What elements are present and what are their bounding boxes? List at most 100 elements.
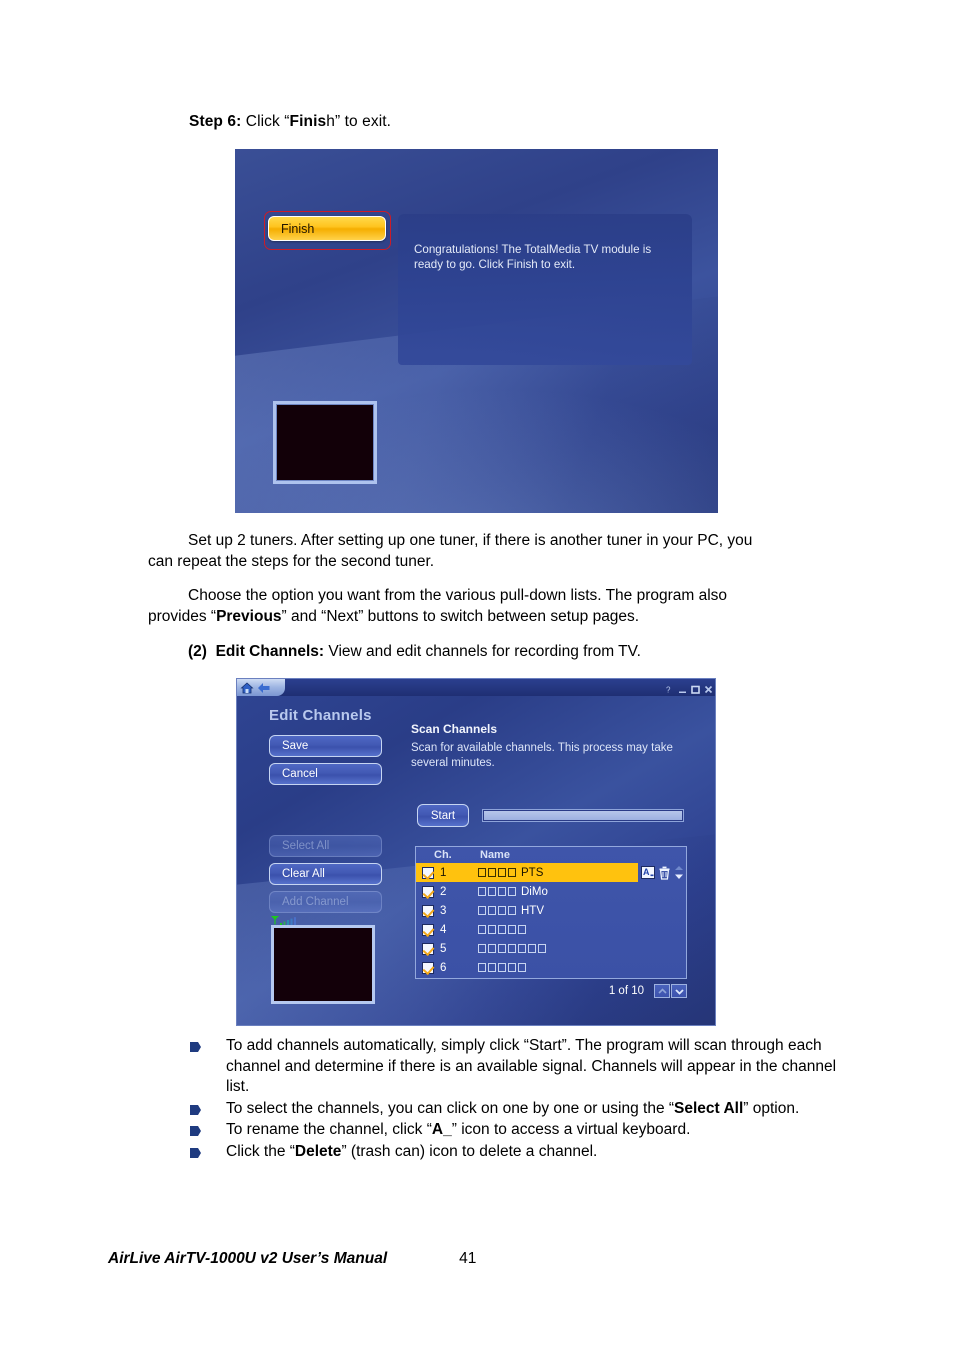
table-row[interactable]: 1 PTS A xyxy=(416,863,683,882)
video-preview-box xyxy=(273,401,377,484)
column-header-ch: Ch. xyxy=(434,849,452,861)
select-all-button: Select All xyxy=(269,835,382,857)
bullet-0-pre: To add channels automatically, simply cl… xyxy=(226,1037,837,1095)
step-finish-bold: Finis xyxy=(289,113,327,130)
table-row[interactable]: 6 xyxy=(416,958,686,977)
channel-checkbox[interactable] xyxy=(422,923,434,936)
missing-glyph-box xyxy=(518,925,526,934)
page-indicator: 1 of 10 xyxy=(608,985,644,997)
channel-checkbox[interactable] xyxy=(422,961,434,974)
channel-number: 4 xyxy=(440,923,447,936)
pagination-buttons xyxy=(654,984,687,998)
video-preview-screen xyxy=(274,928,372,1001)
channel-checkbox[interactable] xyxy=(422,885,434,898)
table-row[interactable]: 5 xyxy=(416,939,686,958)
bullet-arrow-icon xyxy=(190,1099,226,1115)
congratulations-message: Congratulations! The TotalMedia TV modul… xyxy=(414,243,652,271)
row-action-group: A xyxy=(641,865,684,885)
missing-glyph-box xyxy=(498,906,506,915)
step-heading: Step 6: Click “Finish” to exit. xyxy=(189,112,391,132)
bullet-2-post: ” icon to access a virtual keyboard. xyxy=(451,1121,691,1138)
channel-name-text: PTS xyxy=(521,866,544,879)
titlebar-nav-group xyxy=(237,679,285,696)
video-preview-box xyxy=(271,925,375,1004)
channel-checkbox[interactable] xyxy=(422,866,434,879)
bullet-3-pre: Click the “ xyxy=(226,1142,295,1160)
chevron-up-icon[interactable] xyxy=(654,984,670,998)
footer-title: AirLive AirTV-1000U v2 User’s Manual xyxy=(108,1250,388,1267)
channel-name: HTV xyxy=(478,905,686,917)
page-footer: AirLive AirTV-1000U v2 User’s Manual 41 xyxy=(108,1250,868,1268)
paragraph-edit-channels: (2) Edit Channels: View and edit channel… xyxy=(148,642,778,663)
bullet-2-bold: A_ xyxy=(431,1121,452,1138)
missing-glyph-box xyxy=(478,925,486,934)
finish-button[interactable]: Finish xyxy=(268,216,386,241)
list-item: Click the “Delete” (trash can) icon to d… xyxy=(190,1142,850,1163)
paragraph-options-b: ” and “Next” buttons to switch between s… xyxy=(281,607,640,625)
missing-glyph-box xyxy=(508,906,516,915)
svg-text:?: ? xyxy=(666,686,671,695)
list-item: To select the channels, you can click on… xyxy=(190,1099,850,1120)
edit-channels-label: Edit Channels: xyxy=(215,643,325,660)
step-text-a: Click “ xyxy=(241,113,290,130)
paragraph-options-bold: Previous xyxy=(216,607,282,625)
home-icon[interactable] xyxy=(240,681,254,695)
channel-number: 1 xyxy=(440,866,447,879)
missing-glyph-box xyxy=(508,925,516,934)
channel-checkbox[interactable] xyxy=(422,904,434,917)
move-up-down-icon[interactable] xyxy=(674,865,684,885)
maximize-icon[interactable] xyxy=(691,681,700,699)
bullet-3-bold: Delete xyxy=(294,1142,342,1160)
scan-channels-title: Scan Channels xyxy=(411,722,498,736)
back-arrow-icon[interactable] xyxy=(257,681,271,695)
missing-glyph-box xyxy=(498,925,506,934)
clear-all-button[interactable]: Clear All xyxy=(269,863,382,885)
close-icon[interactable] xyxy=(704,681,713,699)
trash-delete-icon[interactable] xyxy=(658,866,671,885)
save-button[interactable]: Save xyxy=(269,735,382,757)
rename-keyboard-icon[interactable]: A xyxy=(641,866,655,884)
manual-page: Step 6: Click “Finish” to exit. Finish C… xyxy=(0,0,954,1350)
paragraph-tuners: Set up 2 tuners. After setting up one tu… xyxy=(148,531,778,572)
channel-name: PTS xyxy=(478,867,638,879)
bullet-arrow-icon xyxy=(190,1036,226,1052)
signal-strength-icon xyxy=(270,913,312,931)
page-number: 41 xyxy=(459,1250,477,1267)
list-item-text: To rename the channel, click “A_” icon t… xyxy=(226,1120,850,1141)
missing-glyph-box xyxy=(478,944,486,953)
missing-glyph-box xyxy=(498,963,506,972)
bullet-2-pre: To rename the channel, click “ xyxy=(226,1121,432,1138)
start-button[interactable]: Start xyxy=(417,804,469,827)
missing-glyph-box xyxy=(518,963,526,972)
help-icon[interactable]: ? xyxy=(665,681,674,699)
bullet-1-post: ” option. xyxy=(743,1099,800,1117)
channel-name-text: DiMo xyxy=(521,885,548,898)
channel-name xyxy=(478,925,686,934)
missing-glyph-box xyxy=(498,944,506,953)
bullet-3-post: ” (trash can) icon to delete a channel. xyxy=(341,1142,598,1160)
table-row[interactable]: 4 xyxy=(416,920,686,939)
missing-glyph-box xyxy=(488,906,496,915)
step-label: Step 6: xyxy=(189,113,242,130)
congratulations-panel xyxy=(398,214,692,365)
step-text-b: h” to exit. xyxy=(326,113,392,130)
minimize-icon[interactable] xyxy=(678,681,687,699)
table-row[interactable]: 3 HTV xyxy=(416,901,686,920)
channel-list[interactable]: Ch. Name 1 PTS A 2 DiMo 3 HTV 4 5 6 xyxy=(415,846,687,979)
column-header-name: Name xyxy=(480,849,510,861)
add-channel-button: Add Channel xyxy=(269,891,382,913)
channel-checkbox[interactable] xyxy=(422,942,434,955)
missing-glyph-box xyxy=(508,887,516,896)
screenshot-edit-channels-window: ? Edit Channels Save Cancel Select All C… xyxy=(236,678,716,1026)
chevron-down-icon[interactable] xyxy=(671,984,687,998)
channel-name xyxy=(478,963,686,972)
channel-name xyxy=(478,944,686,953)
scan-progress-fill xyxy=(484,811,682,820)
window-controls: ? xyxy=(665,681,713,699)
missing-glyph-box xyxy=(498,868,506,877)
missing-glyph-box xyxy=(478,906,486,915)
missing-glyph-box xyxy=(508,868,516,877)
missing-glyph-box xyxy=(488,868,496,877)
page-title: Edit Channels xyxy=(269,707,372,724)
cancel-button[interactable]: Cancel xyxy=(269,763,382,785)
